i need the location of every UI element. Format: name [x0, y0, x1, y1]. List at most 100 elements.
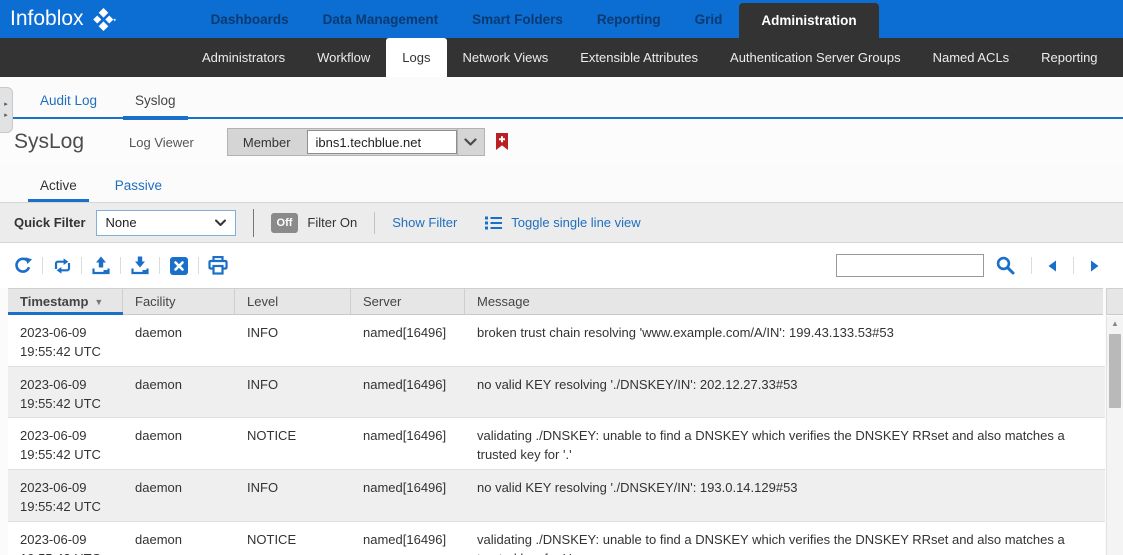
sub-nav-logs[interactable]: Logs — [386, 38, 446, 77]
cell-timestamp: 2023-06-0919:55:42 UTC — [8, 418, 123, 469]
search-button[interactable] — [996, 256, 1015, 275]
divider — [81, 257, 82, 274]
print-button[interactable] — [205, 253, 231, 279]
log-table-body: 2023-06-0919:55:42 UTCdaemonINFOnamed[16… — [8, 315, 1105, 555]
column-header-timestamp[interactable]: Timestamp ▼ — [8, 289, 123, 314]
refresh-button[interactable] — [10, 253, 36, 279]
cell-message: validating ./DNSKEY: unable to find a DN… — [465, 522, 1105, 555]
upload-button[interactable] — [88, 253, 114, 279]
column-header-facility[interactable]: Facility — [123, 289, 235, 314]
toggle-single-line-label: Toggle single line view — [511, 215, 640, 230]
top-nav-data-management[interactable]: Data Management — [306, 0, 456, 38]
log-table: Timestamp ▼ Facility Level Server Messag… — [8, 288, 1123, 555]
divider — [374, 212, 375, 234]
cell-message: no valid KEY resolving './DNSKEY/IN': 20… — [465, 367, 1105, 418]
member-select[interactable]: ibns1.techblue.net — [307, 130, 457, 154]
download-button[interactable] — [127, 253, 153, 279]
cell-server: named[16496] — [351, 367, 465, 418]
top-nav-dashboards[interactable]: Dashboards — [194, 0, 306, 38]
scroll-up-icon[interactable]: ▲ — [1107, 316, 1123, 331]
page-next-icon — [1090, 260, 1099, 272]
member-dropdown-button[interactable] — [457, 129, 484, 155]
logo-text: Infoblox — [10, 7, 84, 31]
expand-arrow-icon: ▸ — [4, 112, 8, 119]
sub-nav-bar: Administrators Workflow Logs Network Vie… — [0, 38, 1123, 77]
show-filter-link[interactable]: Show Filter — [392, 215, 457, 230]
add-bookmark-button[interactable] — [495, 133, 509, 151]
table-row[interactable]: 2023-06-0919:55:42 UTCdaemonINFOnamed[16… — [8, 367, 1105, 419]
log-viewer-label: Log Viewer — [129, 135, 194, 150]
cell-timestamp: 2023-06-0919:55:42 UTC — [8, 522, 123, 555]
divider — [1031, 257, 1032, 274]
sub-nav-workflow[interactable]: Workflow — [301, 38, 386, 77]
search-input[interactable] — [836, 254, 984, 277]
search-pager-group — [836, 254, 1109, 277]
refresh-icon — [13, 256, 33, 276]
top-nav-grid[interactable]: Grid — [678, 0, 740, 38]
print-icon — [208, 256, 228, 275]
table-row[interactable]: 2023-06-0919:55:42 UTCdaemonNOTICEnamed[… — [8, 522, 1105, 555]
top-nav-reporting[interactable]: Reporting — [580, 0, 678, 38]
cell-facility: daemon — [123, 418, 235, 469]
cell-timestamp: 2023-06-0919:55:42 UTC — [8, 315, 123, 366]
sub-nav-auth-server-groups[interactable]: Authentication Server Groups — [714, 38, 917, 77]
cell-level: INFO — [235, 367, 351, 418]
download-icon — [130, 256, 150, 276]
sub-nav-network-views[interactable]: Network Views — [447, 38, 565, 77]
toggle-single-line-view[interactable]: Toggle single line view — [485, 215, 640, 230]
member-label: Member — [228, 129, 306, 155]
sub-nav-extensible-attributes[interactable]: Extensible Attributes — [564, 38, 714, 77]
sub-nav-named-acls[interactable]: Named ACLs — [917, 38, 1026, 77]
cell-facility: daemon — [123, 470, 235, 521]
divider — [120, 257, 121, 274]
log-type-tabs: Audit Log Syslog — [0, 87, 1123, 119]
column-header-message[interactable]: Message — [465, 289, 1103, 314]
table-header: Timestamp ▼ Facility Level Server Messag… — [8, 288, 1103, 315]
search-icon — [996, 256, 1015, 275]
tab-syslog[interactable]: Syslog — [123, 87, 188, 120]
auto-refresh-icon — [52, 258, 73, 274]
table-row[interactable]: 2023-06-0919:55:42 UTCdaemonINFOnamed[16… — [8, 315, 1105, 367]
auto-refresh-button[interactable] — [49, 253, 75, 279]
bookmark-add-icon — [495, 133, 509, 151]
quick-filter-select[interactable]: None — [96, 210, 236, 236]
page-previous-button[interactable] — [1038, 260, 1067, 272]
cell-level: NOTICE — [235, 522, 351, 555]
column-header-level[interactable]: Level — [235, 289, 351, 314]
vertical-scrollbar[interactable]: ▲ — [1106, 316, 1123, 555]
cell-timestamp: 2023-06-0919:55:42 UTC — [8, 470, 123, 521]
expand-panel-handle[interactable]: ▸ ▸ — [0, 87, 13, 133]
chevron-down-icon — [464, 138, 477, 147]
cell-server: named[16496] — [351, 315, 465, 366]
sub-nav: Administrators Workflow Logs Network Vie… — [186, 38, 1114, 77]
sub-nav-reporting[interactable]: Reporting — [1025, 38, 1113, 77]
top-nav: Dashboards Data Management Smart Folders… — [194, 0, 879, 38]
quick-filter-label: Quick Filter — [14, 215, 86, 230]
list-icon — [485, 216, 502, 230]
page-previous-icon — [1048, 260, 1057, 272]
syslog-header: SysLog Log Viewer Member ibns1.techblue.… — [0, 119, 1123, 165]
tab-active[interactable]: Active — [28, 178, 89, 202]
page-next-button[interactable] — [1080, 260, 1109, 272]
chevron-down-icon — [215, 219, 226, 227]
clear-log-button[interactable] — [166, 253, 192, 279]
quick-filter-bar: Quick Filter None Off Filter On Show Fil… — [0, 202, 1123, 243]
top-nav-smart-folders[interactable]: Smart Folders — [455, 0, 580, 38]
tab-passive[interactable]: Passive — [103, 178, 174, 202]
infoblox-logo: Infoblox — [10, 0, 116, 38]
tab-audit-log[interactable]: Audit Log — [28, 87, 109, 117]
expand-arrow-icon: ▸ — [4, 101, 8, 108]
scrollbar-thumb[interactable] — [1109, 334, 1121, 408]
clear-icon — [170, 257, 188, 275]
filter-on-toggle[interactable]: Off — [271, 213, 299, 233]
top-nav-administration[interactable]: Administration — [739, 3, 878, 38]
cell-facility: daemon — [123, 315, 235, 366]
member-selector-group: Member ibns1.techblue.net — [227, 128, 485, 156]
table-row[interactable]: 2023-06-0919:55:42 UTCdaemonINFOnamed[16… — [8, 470, 1105, 522]
header-scrollbar-stub — [1106, 288, 1123, 315]
cell-message: broken trust chain resolving 'www.exampl… — [465, 315, 1105, 366]
cell-level: INFO — [235, 470, 351, 521]
table-row[interactable]: 2023-06-0919:55:42 UTCdaemonNOTICEnamed[… — [8, 418, 1105, 470]
sub-nav-administrators[interactable]: Administrators — [186, 38, 301, 77]
column-header-server[interactable]: Server — [351, 289, 465, 314]
